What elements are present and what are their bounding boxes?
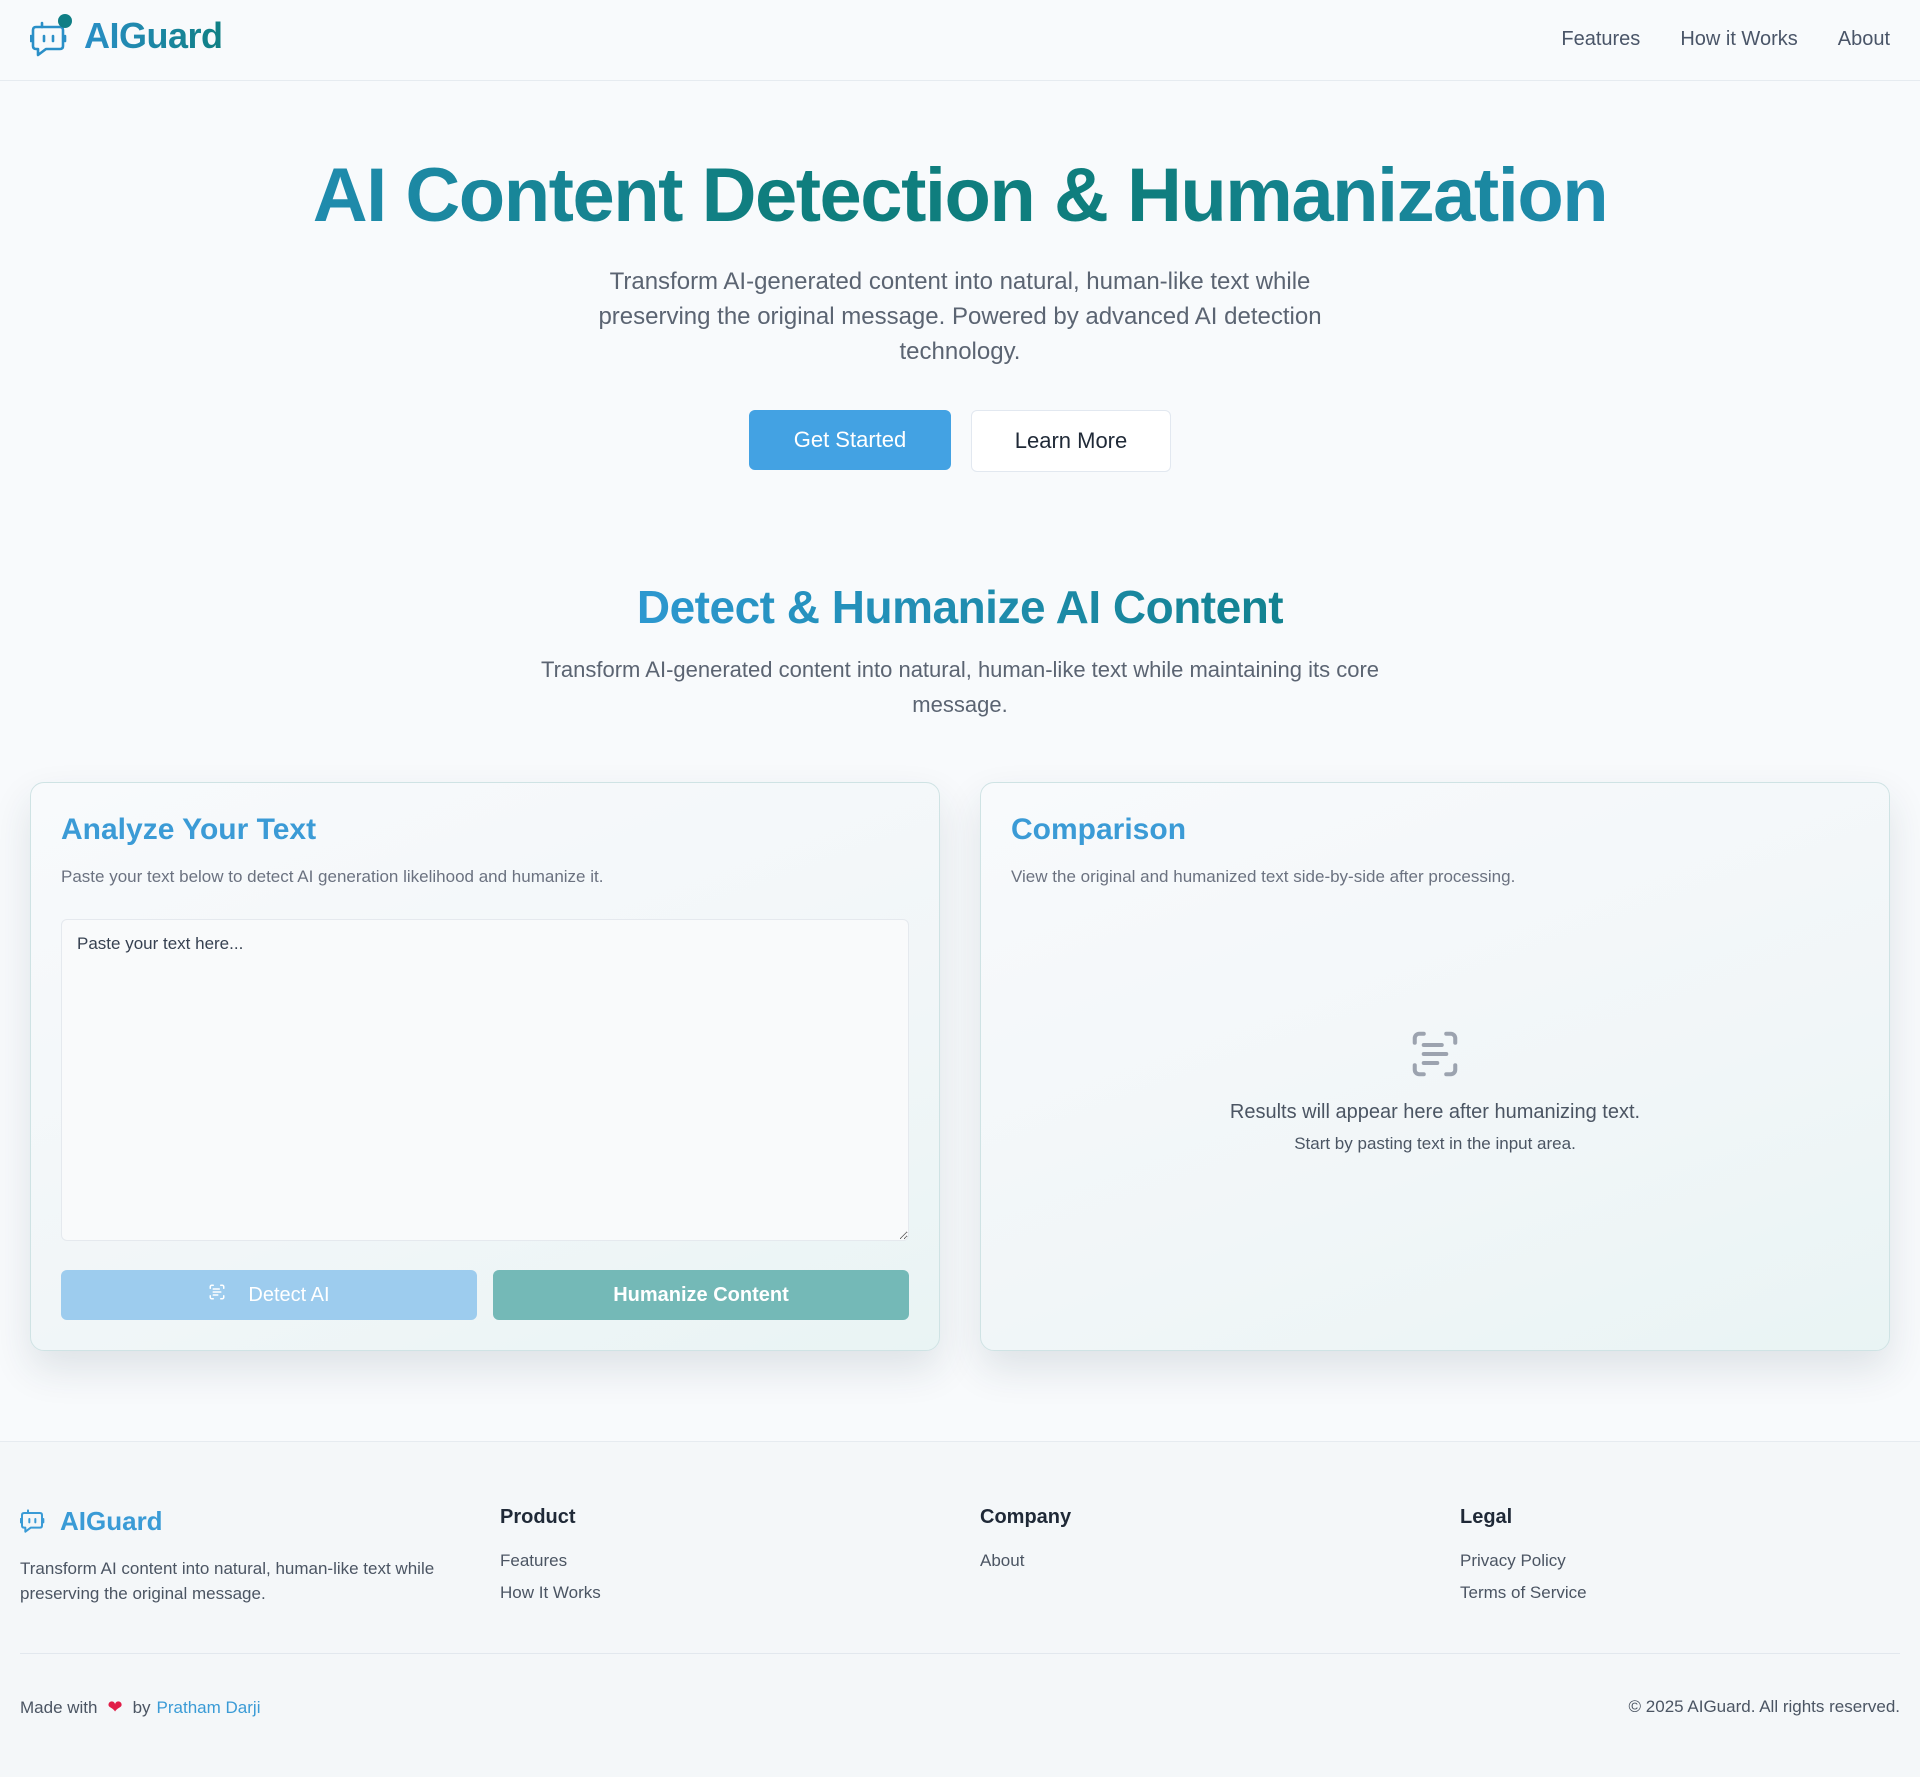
detect-ai-label: Detect AI [248, 1283, 330, 1306]
footer-column-product: Product Features How It Works [500, 1506, 601, 1615]
brand-logo[interactable]: AIGuard [29, 14, 223, 58]
footer-link-about[interactable]: About [980, 1551, 1071, 1571]
scan-text-icon [208, 1283, 226, 1307]
footer-heading-product: Product [500, 1506, 576, 1528]
made-with-credit: Made with ❤ by Pratham Darji [20, 1697, 260, 1718]
hero-title: AI Content Detection & Humanization [0, 152, 1920, 239]
nav-link-about[interactable]: About [1838, 28, 1890, 51]
bot-icon [19, 1504, 48, 1539]
footer-heading-legal: Legal [1460, 1506, 1513, 1528]
footer-column-company: Company About [980, 1506, 1071, 1583]
section-title: Detect & Humanize AI Content [0, 580, 1920, 634]
footer-link-privacy-policy[interactable]: Privacy Policy [1460, 1551, 1587, 1571]
footer: AIGuard Transform AI content into natura… [0, 1441, 1920, 1777]
nav-link-how-it-works[interactable]: How it Works [1680, 28, 1797, 51]
empty-state-hint: Start by pasting text in the input area. [1294, 1134, 1576, 1153]
nav-link-features[interactable]: Features [1561, 28, 1640, 51]
get-started-button[interactable]: Get Started [749, 410, 951, 470]
bot-icon [29, 14, 72, 58]
footer-brand[interactable]: AIGuard [19, 1504, 163, 1539]
made-with-text: Made with [20, 1697, 98, 1717]
footer-link-features[interactable]: Features [500, 1551, 601, 1571]
learn-more-button[interactable]: Learn More [971, 410, 1171, 472]
scan-text-icon [981, 1027, 1889, 1081]
heart-icon: ❤ [107, 1697, 123, 1717]
footer-brand-name: AIGuard [60, 1506, 163, 1536]
comparison-card-description: View the original and humanized text sid… [1011, 867, 1516, 886]
text-input[interactable] [61, 919, 909, 1241]
hero-subtitle: Transform AI-generated content into natu… [598, 268, 1322, 365]
empty-state-message: Results will appear here after humanizin… [1229, 1101, 1641, 1123]
author-link[interactable]: Pratham Darji [157, 1698, 261, 1718]
brand-name: AIGuard [84, 15, 223, 56]
made-by-text: by [132, 1697, 151, 1717]
detect-ai-button[interactable]: Detect AI [61, 1270, 477, 1320]
analyze-card-description: Paste your text below to detect AI gener… [61, 867, 604, 886]
footer-link-how-it-works[interactable]: How It Works [500, 1583, 601, 1603]
footer-heading-company: Company [980, 1506, 1072, 1528]
copyright: © 2025 AIGuard. All rights reserved. [1628, 1697, 1900, 1716]
footer-divider [20, 1653, 1900, 1654]
section-subtitle: Transform AI-generated content into natu… [540, 657, 1380, 717]
footer-column-legal: Legal Privacy Policy Terms of Service [1460, 1506, 1587, 1615]
footer-link-terms-of-service[interactable]: Terms of Service [1460, 1583, 1587, 1603]
status-dot [58, 14, 72, 28]
analyze-card-title: Analyze Your Text [61, 813, 317, 846]
footer-description: Transform AI content into natural, human… [20, 1559, 435, 1603]
analyze-actions: Detect AI Humanize Content [61, 1270, 909, 1320]
hero-buttons: Get Started Learn More [749, 410, 1171, 472]
analyze-card: Analyze Your Text Paste your text below … [30, 782, 940, 1351]
comparison-card-title: Comparison [1011, 813, 1187, 846]
navbar: AIGuard Features How it Works About [0, 0, 1920, 81]
nav-links: Features How it Works About [1561, 28, 1890, 51]
empty-state: Results will appear here after humanizin… [981, 1027, 1889, 1154]
humanize-content-button[interactable]: Humanize Content [493, 1270, 909, 1320]
comparison-card: Comparison View the original and humaniz… [980, 782, 1890, 1351]
